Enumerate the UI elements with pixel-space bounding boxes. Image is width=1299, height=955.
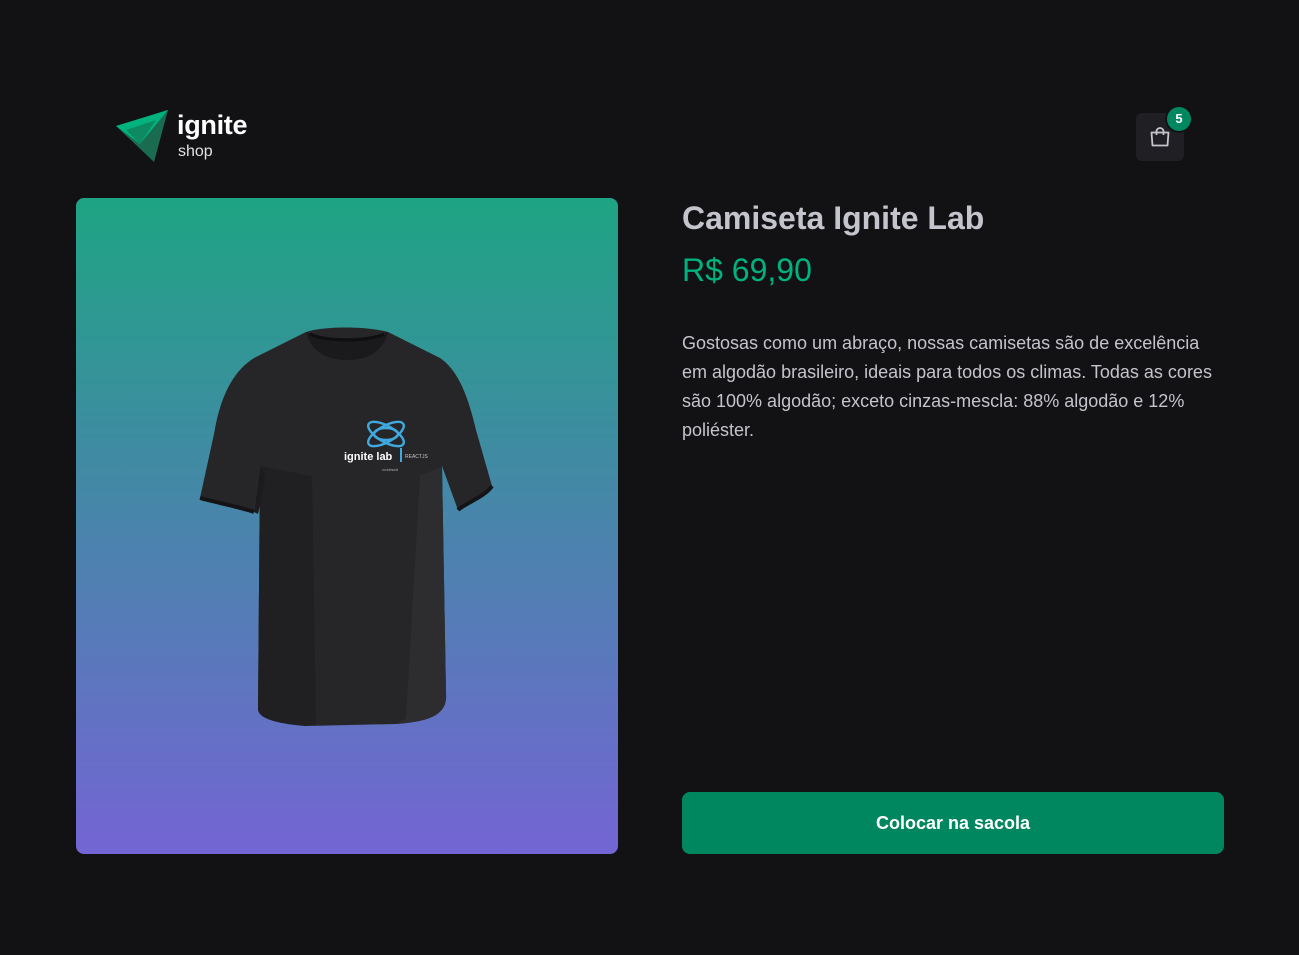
logo[interactable]: ignite shop [116,108,296,164]
logo-subtitle: shop [178,143,213,160]
cart-count-badge: 5 [1167,107,1191,131]
ignite-logo-icon [116,110,168,162]
product-page: ignite shop 5 ignite lab REACTJS rockets… [0,0,1299,955]
product-description: Gostosas como um abraço, nossas camiseta… [682,333,1212,440]
product-image: ignite lab REACTJS rocketseat [199,327,494,726]
product-details: Camiseta Ignite Lab R$ 69,90 Gostosas co… [682,198,1224,854]
shirt-print-maker: rocketseat [382,468,398,472]
shirt-print-tag: REACTJS [405,454,428,460]
cart-button[interactable]: 5 [1136,107,1191,161]
logo-wordmark: ignite [177,110,248,140]
shopping-bag-icon [1150,127,1170,147]
product-title: Camiseta Ignite Lab [682,200,985,236]
shirt-print-brand: ignite lab [344,451,393,463]
product-image-container: ignite lab REACTJS rocketseat [76,198,618,854]
add-to-bag-button[interactable]: Colocar na sacola [682,792,1224,854]
header: ignite shop 5 [116,107,1191,164]
product-price: R$ 69,90 [682,252,812,288]
